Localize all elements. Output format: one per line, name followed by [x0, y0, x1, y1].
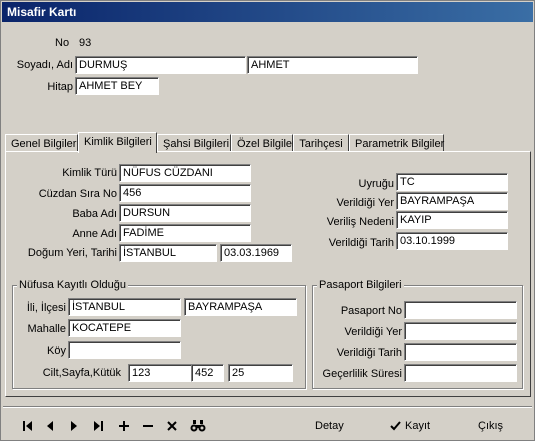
mahalle-label: Mahalle	[27, 323, 66, 335]
dogum-yeri-field[interactable]: İSTANBUL	[119, 244, 217, 262]
kimlik-turu-label: Kimlik Türü	[62, 167, 117, 179]
tab-parametrik-bilgiler[interactable]: Parametrik Bilgiler	[349, 134, 444, 152]
anne-adi-field[interactable]: FADİME	[119, 224, 251, 242]
window-title: Misafir Kartı	[2, 2, 533, 22]
delete-icon	[143, 425, 153, 427]
last-record-icon	[94, 421, 103, 431]
next-record-button[interactable]	[63, 415, 85, 437]
baba-adi-label: Baba Adı	[72, 208, 117, 220]
pasaport-group-title: Pasaport Bilgileri	[317, 279, 404, 291]
verildigi-yer-field[interactable]: BAYRAMPAŞA	[396, 192, 508, 210]
ilce-field[interactable]: BAYRAMPAŞA	[184, 298, 297, 316]
prior-record-icon	[47, 421, 53, 431]
sayfa-field[interactable]: 452	[191, 364, 224, 382]
kutuk-field[interactable]: 25	[228, 364, 293, 382]
hitap-field[interactable]: AHMET BEY	[75, 77, 159, 95]
checkmark-icon	[390, 421, 401, 431]
uyrugu-label: Uyruğu	[358, 178, 394, 190]
no-label: No	[55, 37, 70, 49]
verildigi-tarih-field[interactable]: 03.10.1999	[396, 232, 508, 250]
detay-label: Detay	[315, 420, 344, 432]
anne-adi-label: Anne Adı	[72, 228, 117, 240]
verilis-nedeni-label: Veriliş Nedeni	[326, 216, 394, 228]
delete-record-button[interactable]	[137, 415, 159, 437]
firstname-field[interactable]: AHMET	[247, 56, 418, 74]
pasaport-verildigi-tarih-label: Verildiği Tarih	[336, 347, 402, 359]
surname-field[interactable]: DURMUŞ	[75, 56, 246, 74]
pasaport-verildigi-tarih-field[interactable]	[404, 343, 517, 361]
last-record-button[interactable]	[87, 415, 109, 437]
il-ilcesi-label: İli, İlçesi	[26, 302, 66, 314]
pasaport-no-label: Pasaport No	[340, 305, 402, 317]
first-record-icon	[23, 421, 32, 431]
find-button[interactable]	[187, 415, 209, 437]
pasaport-verildigi-yer-label: Verildiği Yer	[344, 326, 403, 338]
cilt-sayfa-kutuk-label: Cilt,Sayfa,Kütük	[42, 367, 121, 379]
tab-tarihcesi[interactable]: Tarihçesi	[293, 134, 349, 152]
uyrugu-field[interactable]: TC	[396, 173, 508, 191]
kimlik-turu-field[interactable]: NÜFUS CÜZDANI	[119, 164, 251, 182]
verildigi-yer-label: Verildiği Yer	[336, 197, 395, 209]
tab-kimlik-bilgileri[interactable]: Kimlik Bilgileri	[78, 132, 157, 153]
koy-label: Köy	[47, 345, 66, 357]
gecerlilik-suresi-field[interactable]	[404, 364, 517, 382]
next-record-icon	[71, 421, 77, 431]
misafir-karti-window: Misafir Kartı No 93 Soyadı, Adı DURMUŞ A…	[0, 0, 535, 441]
tab-genel-bilgiler[interactable]: Genel Bilgiler	[5, 134, 78, 152]
cancel-icon	[167, 421, 177, 431]
pasaport-no-field[interactable]	[404, 301, 517, 319]
first-record-button[interactable]	[17, 415, 39, 437]
verilis-nedeni-field[interactable]: KAYIP	[396, 211, 508, 229]
kayit-button[interactable]: Kayıt	[390, 415, 430, 437]
cikis-label: Çıkış	[478, 420, 504, 432]
cancel-edit-button[interactable]	[161, 415, 183, 437]
insert-icon	[119, 421, 129, 431]
soyadi-adi-label: Soyadı, Adı	[16, 59, 73, 71]
toolbar-separator	[3, 406, 532, 408]
find-icon	[190, 420, 206, 432]
prior-record-button[interactable]	[39, 415, 61, 437]
mahalle-field[interactable]: KOCATEPE	[68, 319, 181, 337]
il-field[interactable]: İSTANBUL	[68, 298, 181, 316]
cuzdan-sira-no-field[interactable]: 456	[119, 184, 251, 202]
pasaport-verildigi-yer-field[interactable]	[404, 322, 517, 340]
insert-record-button[interactable]	[113, 415, 135, 437]
no-value: 93	[79, 37, 92, 49]
dogum-yeri-tarihi-label: Doğum Yeri, Tarihi	[27, 247, 117, 259]
tab-sahsi-bilgileri[interactable]: Şahsi Bilgileri	[157, 134, 231, 152]
dogum-tarihi-field[interactable]: 03.03.1969	[220, 244, 292, 262]
verildigi-tarih-label: Verildiği Tarih	[328, 237, 394, 249]
hitap-label: Hitap	[47, 81, 73, 93]
koy-field[interactable]	[68, 341, 181, 359]
tab-ozel-bilgiler[interactable]: Özel Bilgiler	[231, 134, 296, 152]
gecerlilik-suresi-label: Geçerlilik Süresi	[322, 368, 402, 380]
baba-adi-field[interactable]: DURSUN	[119, 204, 251, 222]
nufus-group-title: Nüfusa Kayıtlı Olduğu	[17, 279, 129, 291]
cuzdan-sira-no-label: Cüzdan Sıra No	[38, 188, 117, 200]
detay-button[interactable]: Detay	[315, 415, 344, 437]
cikis-button[interactable]: Çıkış	[478, 415, 503, 437]
kayit-label: Kayıt	[405, 420, 431, 432]
